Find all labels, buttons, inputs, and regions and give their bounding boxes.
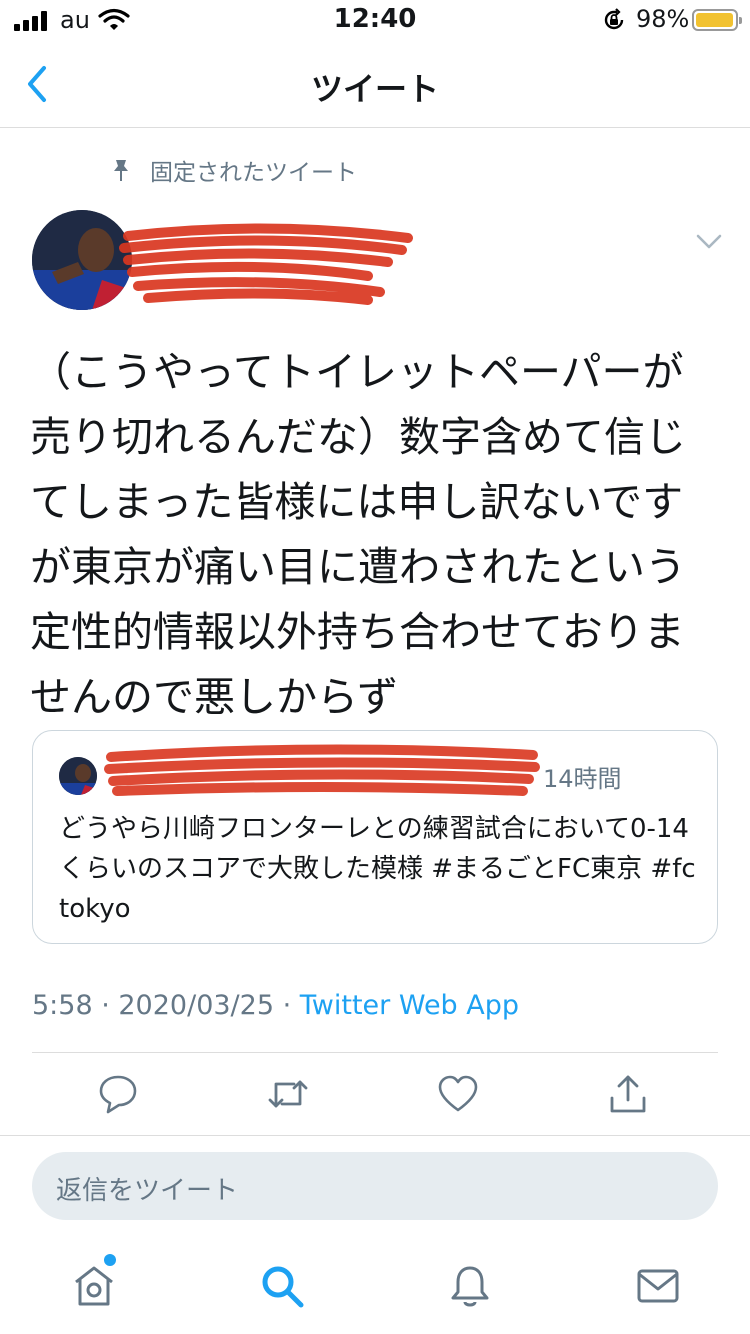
home-notification-dot bbox=[104, 1254, 116, 1266]
status-bar: au 12:40 98% bbox=[0, 0, 750, 40]
like-icon bbox=[438, 1075, 478, 1112]
battery-percent: 98% bbox=[636, 5, 690, 33]
tab-messages[interactable] bbox=[634, 1262, 682, 1310]
pin-icon bbox=[114, 160, 128, 181]
messages-icon bbox=[637, 1269, 679, 1303]
home-icon bbox=[75, 1266, 113, 1306]
retweet-button[interactable] bbox=[266, 1072, 310, 1116]
search-icon bbox=[262, 1266, 304, 1308]
redacted-username bbox=[119, 223, 413, 305]
divider bbox=[0, 1135, 750, 1136]
quoted-tweet-body: どうやら川崎フロンターレとの練習試合において0-14くらいのスコアで大敗した模様… bbox=[59, 814, 696, 924]
nav-bar: ツイート bbox=[0, 40, 750, 128]
chevron-down-icon bbox=[696, 234, 722, 249]
retweet-icon bbox=[268, 1080, 308, 1108]
divider bbox=[32, 1052, 718, 1053]
pinned-indicator: 固定されたツイート bbox=[108, 154, 357, 186]
page-title: ツイート bbox=[310, 70, 439, 108]
tweet-timestamp: 5:58 · 2020/03/25 · bbox=[32, 990, 300, 1021]
redacted-quoted-username bbox=[104, 744, 540, 796]
tweet-meta: 5:58 · 2020/03/25 · Twitter Web App bbox=[32, 990, 519, 1021]
reply-placeholder: 返信をツイート bbox=[56, 1176, 239, 1206]
reply-icon bbox=[99, 1075, 137, 1114]
reply-button[interactable] bbox=[96, 1072, 140, 1116]
rotation-lock-icon bbox=[604, 8, 624, 30]
tweet-options-button[interactable] bbox=[694, 228, 724, 254]
battery-fill bbox=[696, 13, 734, 27]
share-icon bbox=[610, 1075, 646, 1113]
like-button[interactable] bbox=[436, 1072, 480, 1116]
tweet-body: （こうやってトイレットペーパーが売り切れるんだな）数字含めて信じてしまった皆様に… bbox=[30, 348, 686, 721]
notifications-icon bbox=[451, 1266, 489, 1307]
tab-home[interactable] bbox=[70, 1262, 118, 1310]
battery-icon bbox=[692, 9, 742, 31]
source-app-link[interactable]: Twitter Web App bbox=[300, 990, 519, 1021]
quoted-tweet[interactable]: 14時間 どうやら川崎フロンターレとの練習試合において0-14くらいのスコアで大… bbox=[32, 730, 718, 944]
pinned-label: 固定されたツイート bbox=[150, 160, 357, 186]
quoted-tweet-time: 14時間 bbox=[543, 765, 622, 793]
author-avatar[interactable] bbox=[32, 210, 132, 310]
tab-notifications[interactable] bbox=[446, 1262, 494, 1310]
tab-search[interactable] bbox=[258, 1262, 306, 1310]
quoted-author-avatar bbox=[59, 757, 97, 795]
share-button[interactable] bbox=[606, 1072, 650, 1116]
reply-input[interactable]: 返信をツイート bbox=[32, 1152, 718, 1220]
